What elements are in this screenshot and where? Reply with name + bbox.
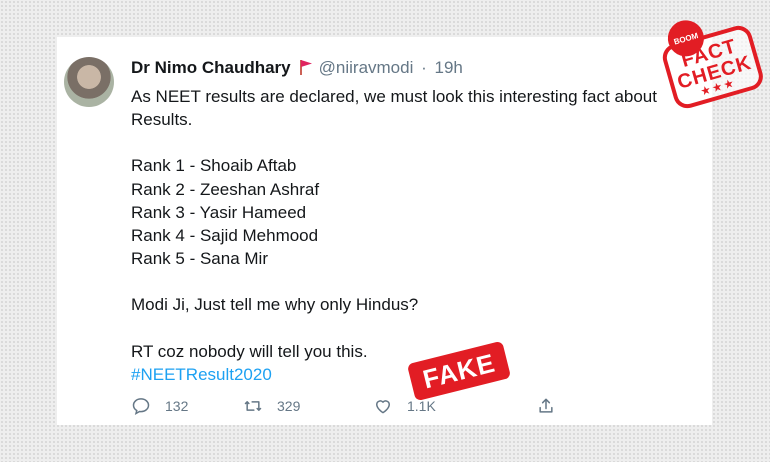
tweet-text: As NEET results are declared, we must lo… [131, 85, 691, 386]
reply-icon [132, 398, 150, 416]
retweet-button[interactable]: 329 [243, 396, 300, 416]
rank-line: Rank 2 - Zeeshan Ashraf [131, 179, 320, 199]
avatar[interactable] [64, 57, 114, 107]
tweet-card: Dr Nimo Chaudhary @niiravmodi · 19h As NE… [57, 37, 712, 425]
retweet-icon [244, 401, 262, 411]
tweet-timestamp[interactable]: 19h [435, 58, 463, 77]
author-name[interactable]: Dr Nimo Chaudhary [131, 58, 291, 77]
author-handle[interactable]: @niiravmodi [319, 58, 414, 77]
rank-line: Rank 1 - Shoaib Aftab [131, 156, 297, 176]
tweet-question: Modi Ji, Just tell me why only Hindus? [131, 295, 419, 315]
tweet-rt-line: RT coz nobody will tell you this. [131, 341, 368, 361]
share-icon [539, 398, 553, 413]
rank-line: Rank 4 - Sajid Mehmood [131, 226, 319, 246]
retweet-count: 329 [277, 398, 301, 414]
rank-line: Rank 3 - Yasir Hameed [131, 202, 307, 222]
like-button[interactable]: 1.1K [373, 396, 436, 416]
reply-count: 132 [165, 398, 189, 414]
share-button[interactable] [536, 396, 570, 416]
tweet-intro: As NEET results are declared, we must lo… [131, 87, 657, 130]
tweet-header: Dr Nimo Chaudhary @niiravmodi · 19h [131, 58, 463, 80]
rank-line: Rank 5 - Sana Mir [131, 249, 268, 269]
flag-icon [299, 59, 313, 80]
tweet-actions: 132 329 1.1K [131, 396, 631, 422]
heart-icon [376, 400, 390, 414]
like-count: 1.1K [407, 398, 436, 414]
reply-button[interactable]: 132 [131, 396, 188, 416]
header-separator: · [421, 58, 427, 77]
